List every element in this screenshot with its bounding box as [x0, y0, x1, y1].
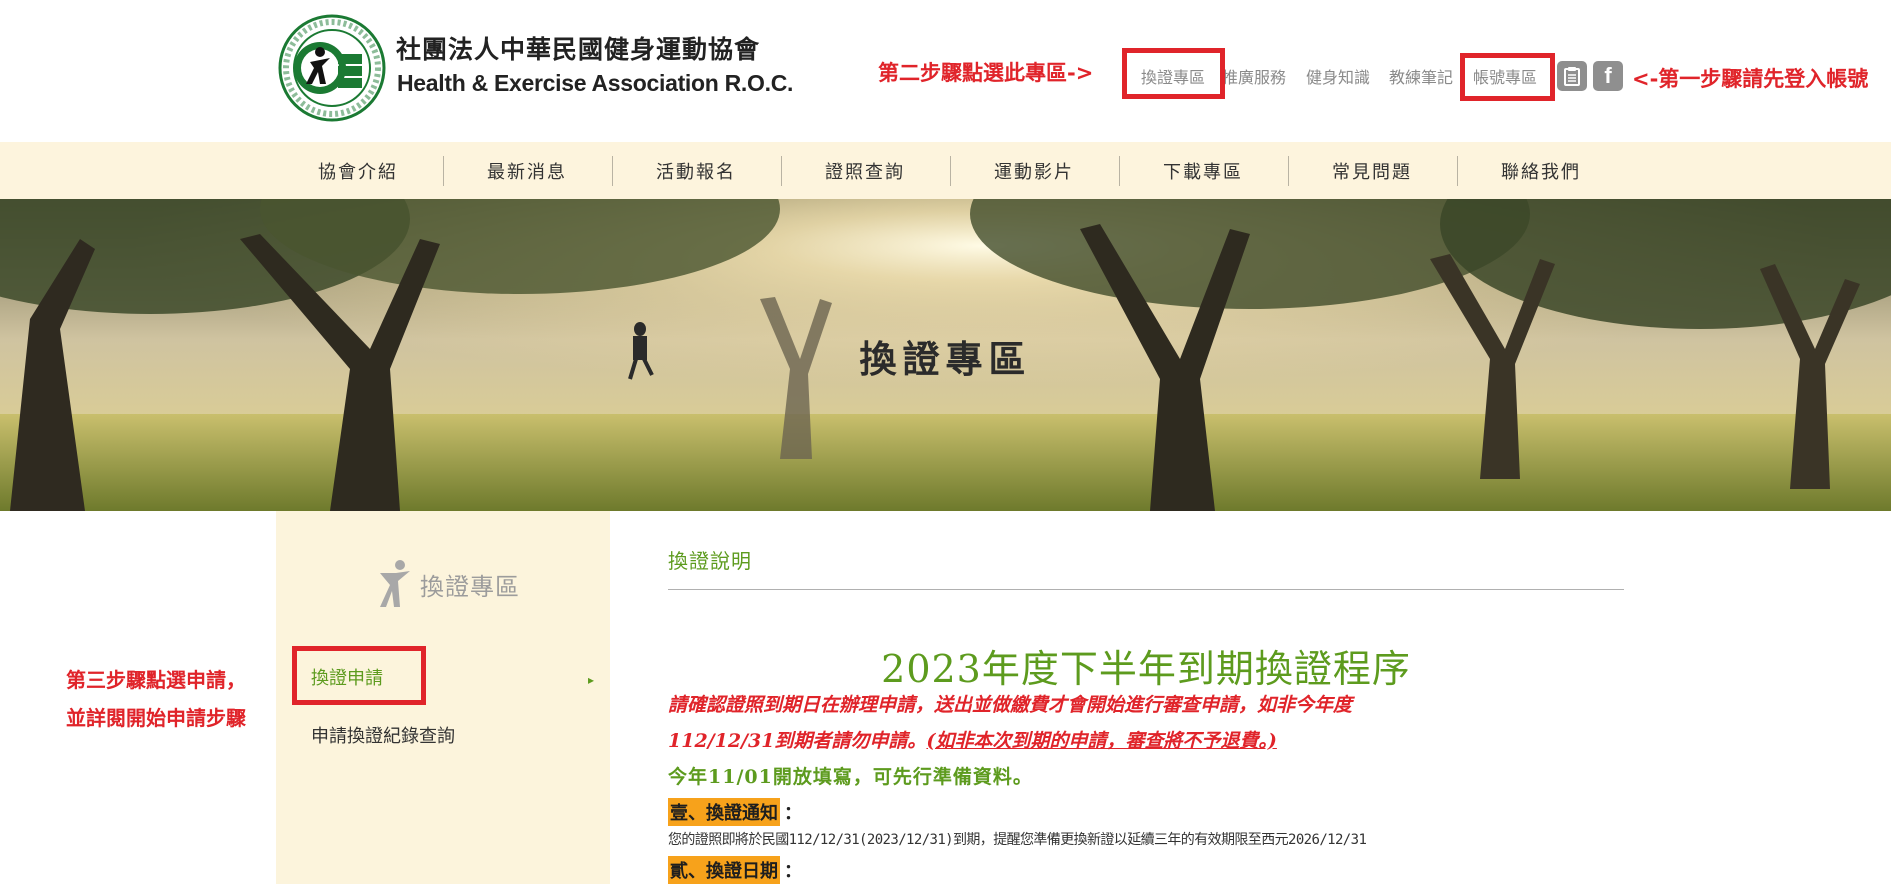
nav-downloads[interactable]: 下載專區 [1119, 142, 1287, 199]
no-refund-notice: (如非本次到期的申請，審查將不予退費。) [926, 730, 1277, 752]
annotation-step3-line2: 並詳閱開始申請步驟 [66, 706, 246, 730]
section-colon: ： [784, 803, 802, 824]
nav-faq[interactable]: 常見問題 [1288, 142, 1456, 199]
top-link-coach-notes[interactable]: 教練筆記 [1389, 64, 1453, 88]
facebook-icon[interactable]: f [1593, 61, 1623, 91]
annotation-step3-line1: 第三步驟點選申請， [66, 668, 246, 692]
open-date-notice: 今年11/01開放填寫，可先行準備資料。 [668, 766, 1033, 788]
nav-news[interactable]: 最新消息 [443, 142, 611, 199]
section-renewal-date: 貳、換證日期 ： [668, 856, 802, 884]
logo-english-name: Health & Exercise Association R.O.C. [397, 70, 794, 96]
sidebar-item-record-query[interactable]: 申請換證紀錄查詢 [311, 722, 455, 748]
annotation-step1: <-第一步驟請先登入帳號 [1632, 67, 1869, 91]
logo-chinese-name: 社團法人中華民國健身運動協會 [396, 35, 761, 64]
warning-line-1: 請確認證照到期日在辦理申請，送出並做繳費才會開始進行審查申請，如非今年度 [668, 694, 1353, 716]
content-title: 換證說明 [668, 549, 752, 573]
site-header: 社團法人中華民國健身運動協會 Health & Exercise Associa… [0, 0, 1891, 142]
highlight-box-account-link [1460, 53, 1555, 101]
nav-event-registration[interactable]: 活動報名 [612, 142, 780, 199]
section-label: 壹、換證通知 [668, 798, 780, 826]
warning-line-2: 112/12/31到期者請勿申請。(如非本次到期的申請，審查將不予退費。) [668, 726, 1277, 753]
top-link-promotion[interactable]: 推廣服務 [1222, 64, 1286, 88]
running-person-icon [380, 560, 410, 607]
nav-videos[interactable]: 運動影片 [950, 142, 1118, 199]
association-logo-icon[interactable] [276, 14, 388, 122]
section-colon: ： [784, 861, 802, 882]
clipboard-icon[interactable] [1557, 61, 1587, 91]
sidebar-arrow-icon: ▸ [588, 673, 595, 687]
highlight-box-renewal-link [1122, 48, 1225, 99]
hero-banner: 換證專區 [0, 199, 1891, 511]
content-divider [668, 589, 1624, 590]
nav-contact[interactable]: 聯絡我們 [1457, 142, 1625, 199]
facebook-glyph: f [1604, 63, 1612, 88]
nav-about[interactable]: 協會介紹 [274, 142, 442, 199]
highlight-box-renewal-apply [292, 646, 426, 705]
top-link-fitness-knowledge[interactable]: 健身知識 [1306, 64, 1370, 88]
annotation-step2: 第二步驟點選此專區-> [878, 61, 1094, 85]
nav-license-query[interactable]: 證照查詢 [781, 142, 949, 199]
sidebar-heading-text: 換證專區 [420, 572, 520, 601]
renewal-notice-text: 您的證照即將於民國112/12/31(2023/12/31)到期，提醒您準備更換… [668, 832, 1367, 848]
section-label: 貳、換證日期 [668, 856, 780, 884]
main-heading: 2023年度下半年到期換證程序 [881, 647, 1411, 691]
banner-title: 換證專區 [859, 338, 1032, 381]
main-nav: 協會介紹 最新消息 活動報名 證照查詢 運動影片 下載專區 常見問題 聯絡我們 [0, 142, 1891, 199]
warning-line-2-text: 112/12/31到期者請勿申請。 [668, 730, 927, 752]
sidebar-heading: 換證專區 [376, 559, 520, 609]
section-renewal-notice: 壹、換證通知 ： [668, 798, 802, 826]
